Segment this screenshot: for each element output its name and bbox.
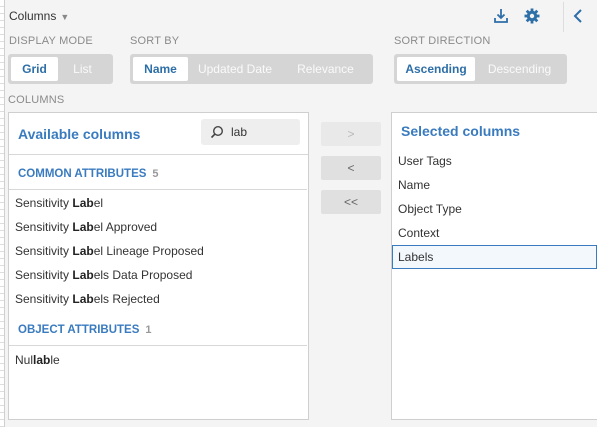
display-mode-label: DISPLAY MODE <box>9 35 93 47</box>
sort-direction-toggle: Ascending Descending <box>394 54 567 84</box>
item-text: els Rejected <box>93 292 160 306</box>
item-text: el <box>93 196 104 210</box>
columns-dropdown[interactable]: Columns ▼ <box>9 9 69 23</box>
search-match: Lab <box>72 268 94 282</box>
available-column-item[interactable]: Sensitivity Labels Data Proposed <box>15 263 192 287</box>
group-header-label: COMMON ATTRIBUTES 5 <box>18 168 159 180</box>
sort-direction-descending[interactable]: Descending <box>475 57 564 81</box>
item-text: Sensitivity <box>15 268 73 282</box>
selected-column-item[interactable]: Context <box>392 221 597 245</box>
column-search-input[interactable] <box>231 123 293 141</box>
selected-column-item[interactable]: Object Type <box>392 197 597 221</box>
group-common-attributes[interactable]: COMMON ATTRIBUTES 5 <box>9 156 307 190</box>
group-name: OBJECT ATTRIBUTES <box>18 324 140 336</box>
selected-column-item[interactable]: User Tags <box>392 149 597 173</box>
available-columns-title: Available columns <box>18 126 141 142</box>
selected-columns-title: Selected columns <box>401 123 521 139</box>
search-match: Lab <box>72 292 94 306</box>
search-match: lab <box>33 353 51 367</box>
download-icon[interactable] <box>492 7 510 25</box>
available-column-item[interactable]: Sensitivity Labels Rejected <box>15 287 160 311</box>
add-column-button[interactable]: > <box>321 122 381 146</box>
sort-by-toggle: Name Updated Date Relevance <box>130 54 373 84</box>
column-search <box>201 119 300 145</box>
sort-by-relevance[interactable]: Relevance <box>282 57 369 81</box>
group-count: 5 <box>152 168 159 180</box>
display-mode-toggle: Grid List <box>8 54 113 84</box>
available-columns-panel: Available columns COMMON ATTRIBUTES 5 Sen… <box>8 112 309 420</box>
item-text: Nul <box>15 353 34 367</box>
remove-column-button[interactable]: < <box>321 156 381 180</box>
selected-column-item-highlighted[interactable]: Labels <box>392 245 597 269</box>
search-match: Lab <box>72 244 94 258</box>
display-mode-grid[interactable]: Grid <box>11 57 58 81</box>
group-name: COMMON ATTRIBUTES <box>18 168 147 180</box>
item-text: els Data Proposed <box>93 268 193 282</box>
available-column-item[interactable]: Sensitivity Label Lineage Proposed <box>15 239 204 263</box>
sort-by-label: SORT BY <box>130 35 180 47</box>
panel-title: Columns <box>9 9 57 23</box>
available-column-item[interactable]: Sensitivity Label <box>15 191 103 215</box>
panel-header-divider <box>9 154 308 155</box>
gear-icon[interactable] <box>523 7 541 25</box>
item-text: Sensitivity <box>15 220 73 234</box>
available-column-item[interactable]: Sensitivity Label Approved <box>15 215 157 239</box>
item-text: Sensitivity <box>15 196 73 210</box>
item-text: le <box>50 353 60 367</box>
group-object-attributes[interactable]: OBJECT ATTRIBUTES 1 <box>9 312 307 346</box>
item-text: Sensitivity <box>15 244 73 258</box>
search-icon <box>210 125 224 139</box>
group-count: 1 <box>145 324 152 336</box>
display-mode-list[interactable]: List <box>58 57 107 81</box>
search-match: Lab <box>72 220 94 234</box>
item-text: el Approved <box>93 220 158 234</box>
item-text: Sensitivity <box>15 292 73 306</box>
panel-header: Columns ▼ <box>5 0 597 32</box>
group-header-label: OBJECT ATTRIBUTES 1 <box>18 324 152 336</box>
chevron-down-icon: ▼ <box>60 12 70 22</box>
background-page-strip <box>0 0 5 427</box>
sort-direction-label: SORT DIRECTION <box>394 35 491 47</box>
header-divider <box>563 2 564 32</box>
search-match: Lab <box>72 196 94 210</box>
sort-direction-ascending[interactable]: Ascending <box>397 57 475 81</box>
remove-all-columns-button[interactable]: << <box>321 190 381 214</box>
item-text: el Lineage Proposed <box>93 244 204 258</box>
selected-column-item[interactable]: Name <box>392 173 597 197</box>
available-column-item[interactable]: Nullable <box>15 348 60 372</box>
sort-by-name[interactable]: Name <box>133 57 188 81</box>
columns-section-label: COLUMNS <box>8 94 65 106</box>
sort-by-updated-date[interactable]: Updated Date <box>188 57 282 81</box>
chevron-left-icon[interactable] <box>569 7 587 25</box>
selected-columns-panel: Selected columns User Tags Name Object T… <box>391 112 597 420</box>
